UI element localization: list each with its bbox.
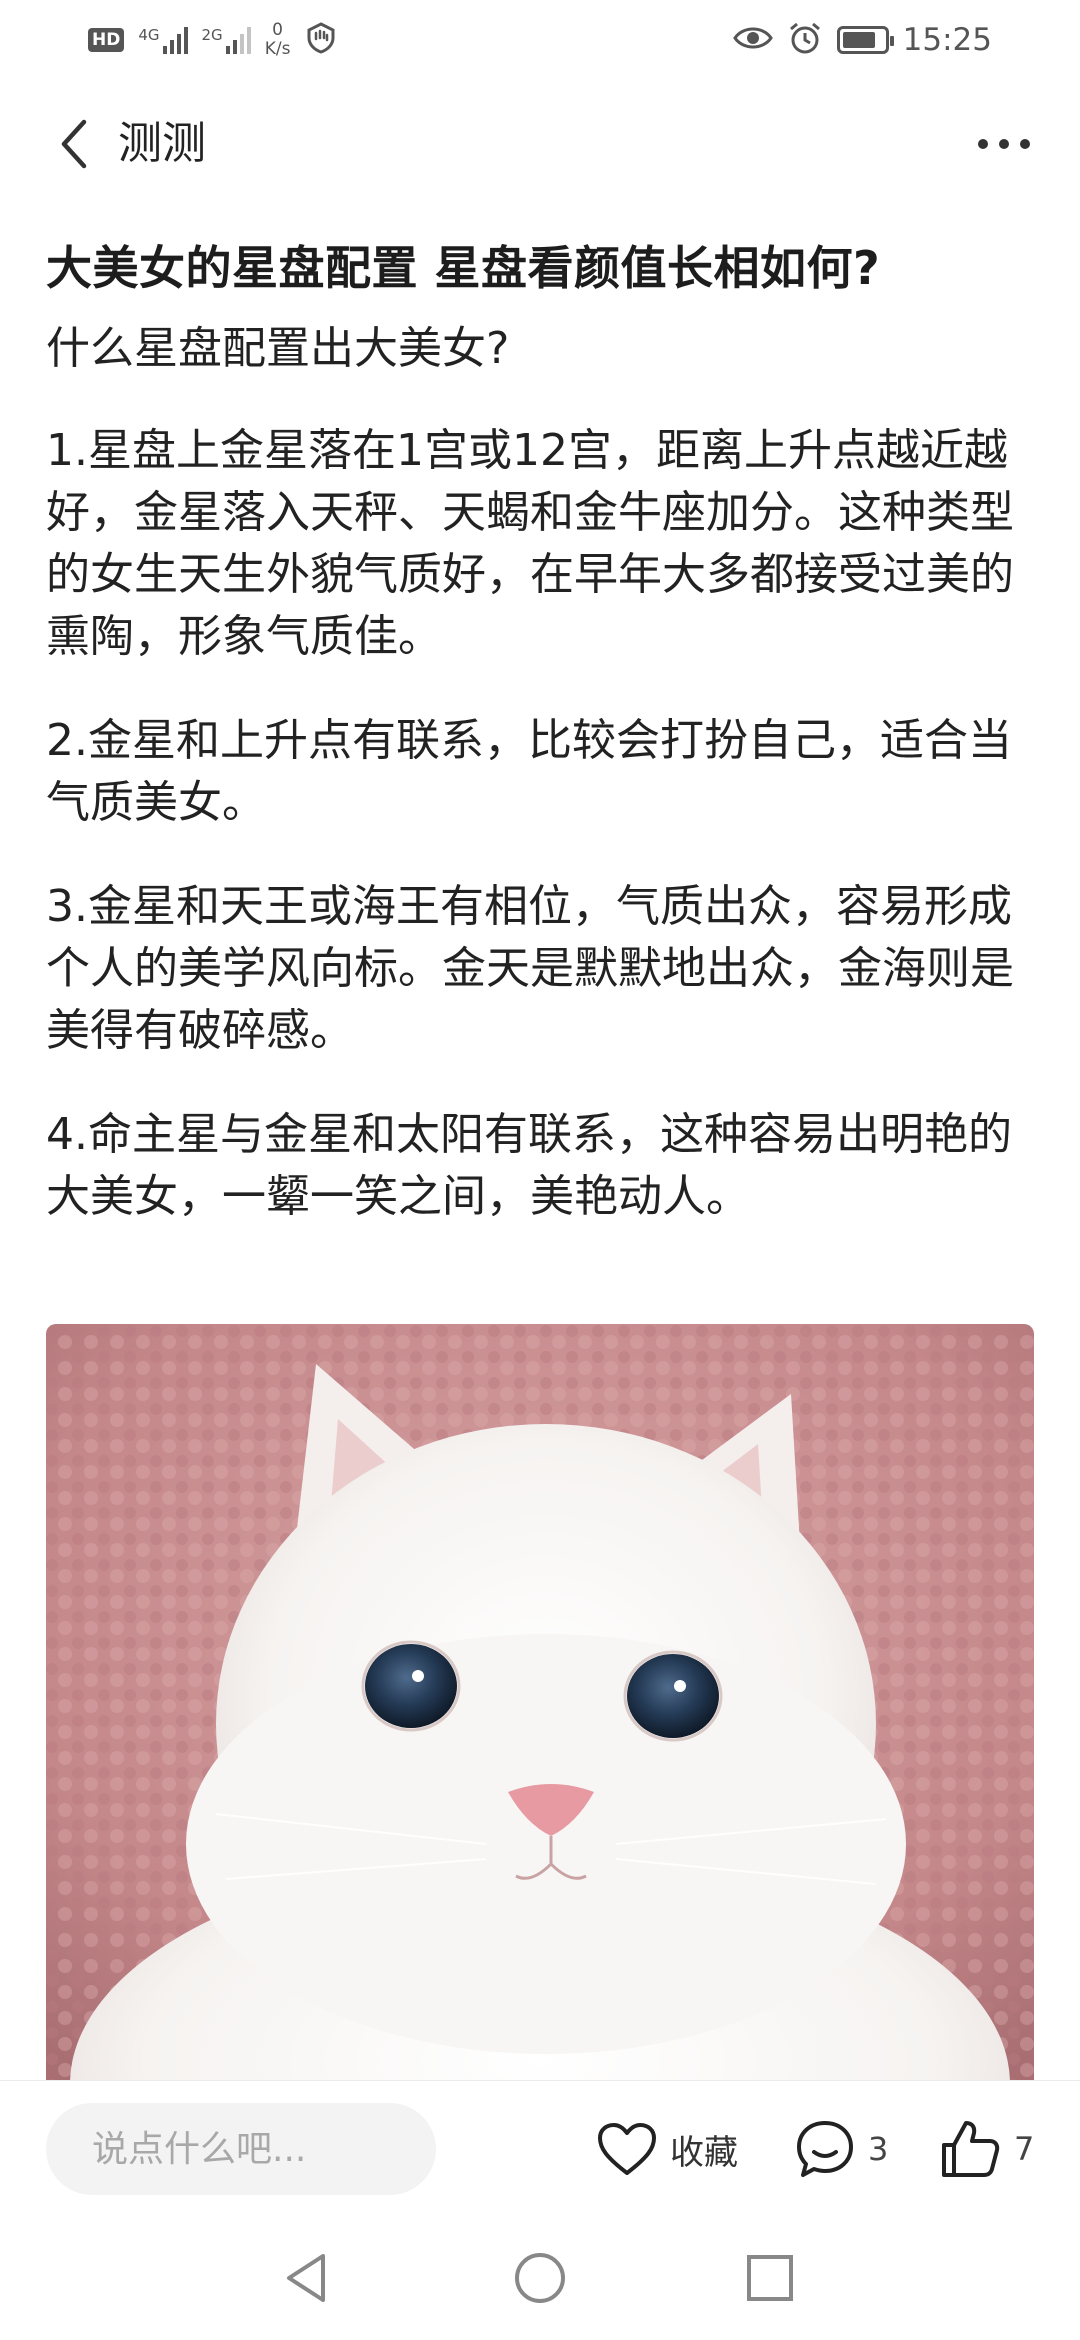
post-content: 大美女的星盘配置 星盘看颜值长相如何? 什么星盘配置出大美女? 1.星盘上金星落… — [46, 238, 1036, 1228]
favorite-button[interactable]: 收藏 — [596, 2109, 738, 2189]
thumbs-up-icon — [942, 2121, 1000, 2177]
heart-icon — [598, 2123, 656, 2175]
comment-count: 3 — [868, 2130, 889, 2168]
triangle-back-icon — [287, 2254, 325, 2302]
circle-home-icon — [515, 2253, 565, 2303]
header-title: 测测 — [118, 118, 206, 169]
like-count: 7 — [1014, 2130, 1035, 2168]
like-button[interactable]: 7 — [938, 2109, 1034, 2189]
nav-home-button[interactable] — [505, 2243, 575, 2313]
comment-bubble-icon — [797, 2121, 853, 2177]
dot-icon — [1020, 139, 1030, 149]
back-button[interactable] — [44, 114, 104, 174]
more-options-button[interactable] — [964, 114, 1044, 174]
shield-icon — [304, 21, 338, 59]
status-left: HD 4G 2G 0 K/s — [88, 21, 338, 59]
clock-time: 15:25 — [902, 22, 992, 58]
app-header: 测测 — [0, 100, 1080, 190]
nav-back-button[interactable] — [272, 2243, 342, 2313]
battery-level — [842, 32, 875, 48]
chevron-left-icon — [61, 119, 87, 169]
post-paragraph-2: 2.金星和上升点有联系，比较会打扮自己，适合当气质美女。 — [46, 715, 1012, 828]
sim2-signal-icon: 2G — [202, 26, 251, 54]
battery-icon — [836, 26, 894, 54]
system-nav-bar — [0, 2215, 1080, 2340]
post-title: 大美女的星盘配置 星盘看颜值长相如何? — [46, 241, 881, 295]
post-paragraph-1: 1.星盘上金星落在1宫或12宫，距离上升点越近越好，金星落入天秤、天蝎和金牛座加… — [46, 425, 1014, 662]
speed-unit: K/s — [264, 39, 291, 59]
square-recents-icon — [747, 2255, 793, 2301]
speed-value: 0 — [272, 20, 283, 40]
status-bar: HD 4G 2G 0 K/s 15:25 — [0, 0, 1080, 80]
nav-recents-button[interactable] — [735, 2243, 805, 2313]
sim1-signal-icon: 4G — [138, 26, 188, 54]
hd-icon: HD — [88, 28, 125, 52]
post-subtitle: 什么星盘配置出大美女? — [46, 323, 510, 374]
comment-input[interactable] — [46, 2103, 436, 2195]
network-speed: 0 K/s — [265, 21, 291, 59]
sim2-network-type: 2G — [201, 26, 223, 44]
screen: HD 4G 2G 0 K/s 15:25 测测 大美女的星盘配置 星盘看颜值长相… — [0, 0, 1080, 2340]
bottom-action-bar: 收藏 3 7 — [0, 2080, 1080, 2215]
post-paragraph-4: 4.命主星与金星和太阳有联系，这种容易出明艳的大美女，一颦一笑之间，美艳动人。 — [46, 1109, 1012, 1222]
post-image[interactable] — [46, 1324, 1034, 2080]
cat-photo — [46, 1324, 1034, 2080]
dot-icon — [978, 139, 988, 149]
sim1-network-type: 4G — [138, 26, 160, 44]
dot-icon — [999, 139, 1009, 149]
comment-button[interactable]: 3 — [794, 2109, 888, 2189]
favorite-label: 收藏 — [670, 2132, 738, 2173]
status-right: 15:25 — [732, 21, 992, 59]
post-paragraph-3: 3.金星和天王或海王有相位，气质出众，容易形成个人的美学风向标。金天是默默地出众… — [46, 881, 1014, 1056]
eye-icon — [732, 23, 773, 57]
alarm-icon — [787, 21, 823, 59]
